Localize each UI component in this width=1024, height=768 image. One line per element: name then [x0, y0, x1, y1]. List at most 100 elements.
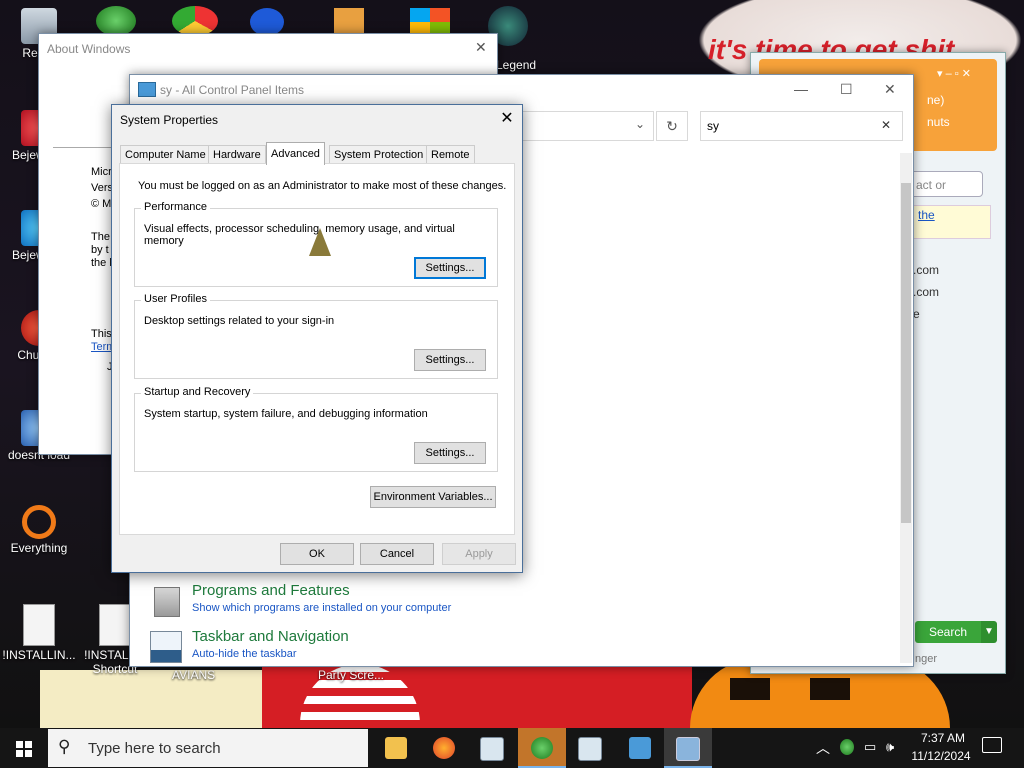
taskbar-app[interactable]: [468, 728, 516, 768]
taskbar-app[interactable]: [566, 728, 614, 768]
computer-icon: [676, 737, 700, 761]
scrollbar[interactable]: [900, 153, 912, 663]
search-value: sy: [707, 119, 719, 133]
chrome-icon[interactable]: [172, 6, 218, 36]
contact-item[interactable]: e: [913, 307, 920, 321]
messenger-icon: [531, 737, 553, 759]
chevron-up-icon[interactable]: ︿: [816, 738, 830, 758]
text-file-icon: [99, 604, 131, 646]
close-icon[interactable]: ✕: [884, 81, 896, 98]
desktop-icon-installing[interactable]: !INSTALLIN...: [2, 604, 76, 662]
admin-note: You must be logged on as an Administrato…: [138, 180, 507, 192]
clear-search-icon[interactable]: ✕: [881, 118, 891, 132]
search-icon: [22, 505, 56, 539]
about-line: Vers: [91, 182, 114, 194]
desktop-icon-label-party[interactable]: Party Scre...: [318, 668, 384, 682]
close-icon[interactable]: ✕: [475, 39, 487, 56]
taskbar-and-navigation-link[interactable]: Taskbar and Navigation: [192, 628, 349, 645]
search-button[interactable]: Search: [915, 621, 981, 643]
notice-link[interactable]: the: [918, 208, 935, 222]
refresh-icon[interactable]: ↻: [656, 111, 688, 141]
volume-icon[interactable]: 🕪: [886, 739, 894, 755]
taskbar-firefox[interactable]: [420, 728, 468, 768]
about-line: © M: [91, 198, 112, 210]
control-panel-icon: [629, 737, 651, 759]
clock-time[interactable]: 7:37 AM: [912, 731, 974, 745]
control-panel-icon: [138, 82, 156, 97]
windows-logo-icon: [16, 750, 23, 757]
window-controls[interactable]: ▾ ‒ ▫ ✕: [937, 67, 971, 80]
tab-remote[interactable]: Remote: [426, 145, 475, 165]
about-line: Micr: [91, 166, 112, 178]
chevron-down-icon[interactable]: ▼: [981, 621, 997, 643]
advanced-tab-panel: You must be logged on as an Administrato…: [119, 163, 515, 535]
about-line: by t: [91, 244, 109, 256]
apply-button[interactable]: Apply: [442, 543, 516, 565]
maximize-icon[interactable]: ☐: [840, 81, 853, 98]
minimize-icon[interactable]: —: [794, 81, 808, 97]
contact-item[interactable]: .com: [913, 263, 939, 277]
wallpaper-shape: [40, 670, 270, 728]
contact-item[interactable]: .com: [913, 285, 939, 299]
tab-computer-name[interactable]: Computer Name: [120, 145, 211, 165]
taskbar-search-box[interactable]: ⚲ Type here to search: [48, 729, 368, 767]
clock-date[interactable]: 11/12/2024: [908, 749, 974, 763]
windows-logo-icon: [25, 750, 32, 757]
search-icon: ⚲: [58, 737, 71, 756]
group-title: Performance: [141, 201, 210, 213]
app-icon[interactable]: [250, 8, 284, 36]
environment-variables-button[interactable]: Environment Variables...: [370, 486, 496, 508]
text-file-icon: [23, 604, 55, 646]
start-button[interactable]: [0, 728, 48, 768]
desktop-icon-label: Everything: [10, 541, 68, 555]
group-description: System startup, system failure, and debu…: [144, 408, 428, 420]
windows-logo-icon: [25, 741, 32, 748]
cancel-button[interactable]: Cancel: [360, 543, 434, 565]
programs-icon: [154, 587, 180, 617]
app-icon[interactable]: [334, 8, 364, 36]
about-line: the l: [91, 257, 112, 269]
user-profiles-group: User Profiles Desktop settings related t…: [134, 293, 498, 379]
windows-store-icon[interactable]: [410, 8, 450, 36]
desktop-icon-label-avians[interactable]: AVIANS: [172, 668, 215, 682]
about-line: The: [91, 231, 110, 243]
cursor-creature-icon: [309, 228, 331, 256]
tab-system-protection[interactable]: System Protection: [329, 145, 429, 165]
search-input[interactable]: sy ✕: [700, 111, 903, 141]
network-icon[interactable]: ▭: [864, 739, 876, 755]
performance-settings-button[interactable]: Settings...: [414, 257, 486, 279]
tab-hardware[interactable]: Hardware: [208, 145, 266, 165]
firefox-icon: [433, 737, 455, 759]
messenger-tray-icon[interactable]: [840, 739, 854, 755]
folder-icon: [385, 737, 407, 759]
system-properties-dialog[interactable]: System Properties ✕ Computer Name Hardwa…: [111, 104, 523, 573]
ok-button[interactable]: OK: [280, 543, 354, 565]
scrollbar-thumb[interactable]: [901, 183, 911, 523]
address-bar[interactable]: ⌄: [522, 111, 654, 141]
status-text: ne): [927, 93, 945, 107]
chevron-down-icon[interactable]: ⌄: [635, 117, 645, 131]
programs-subtitle-link[interactable]: Show which programs are installed on you…: [192, 602, 451, 614]
pumpkin-eye: [810, 678, 850, 700]
user-profiles-settings-button[interactable]: Settings...: [414, 349, 486, 371]
tab-advanced[interactable]: Advanced: [266, 142, 325, 165]
startup-recovery-group: Startup and Recovery System startup, sys…: [134, 386, 498, 472]
about-line: This: [91, 328, 112, 340]
control-panel-icon: [578, 737, 602, 761]
desktop-icon-everything[interactable]: Everything: [2, 505, 76, 555]
messenger-icon[interactable]: [96, 6, 136, 36]
taskbar-file-explorer[interactable]: [372, 728, 420, 768]
search-placeholder: Type here to search: [88, 740, 221, 757]
notice-box: the: [913, 205, 991, 239]
notification-icon[interactable]: [982, 737, 1002, 753]
dialog-title: System Properties: [120, 113, 219, 127]
taskbar-messenger[interactable]: [518, 728, 566, 768]
close-icon[interactable]: ✕: [496, 109, 518, 129]
taskbar-subtitle-link[interactable]: Auto-hide the taskbar: [192, 648, 297, 660]
startup-recovery-settings-button[interactable]: Settings...: [414, 442, 486, 464]
windows-logo-icon: [16, 741, 23, 748]
taskbar-app[interactable]: [616, 728, 664, 768]
desktop-icon-label: !INSTALLIN...: [2, 648, 76, 662]
taskbar-system-properties[interactable]: [664, 728, 712, 768]
programs-and-features-link[interactable]: Programs and Features: [192, 582, 350, 599]
